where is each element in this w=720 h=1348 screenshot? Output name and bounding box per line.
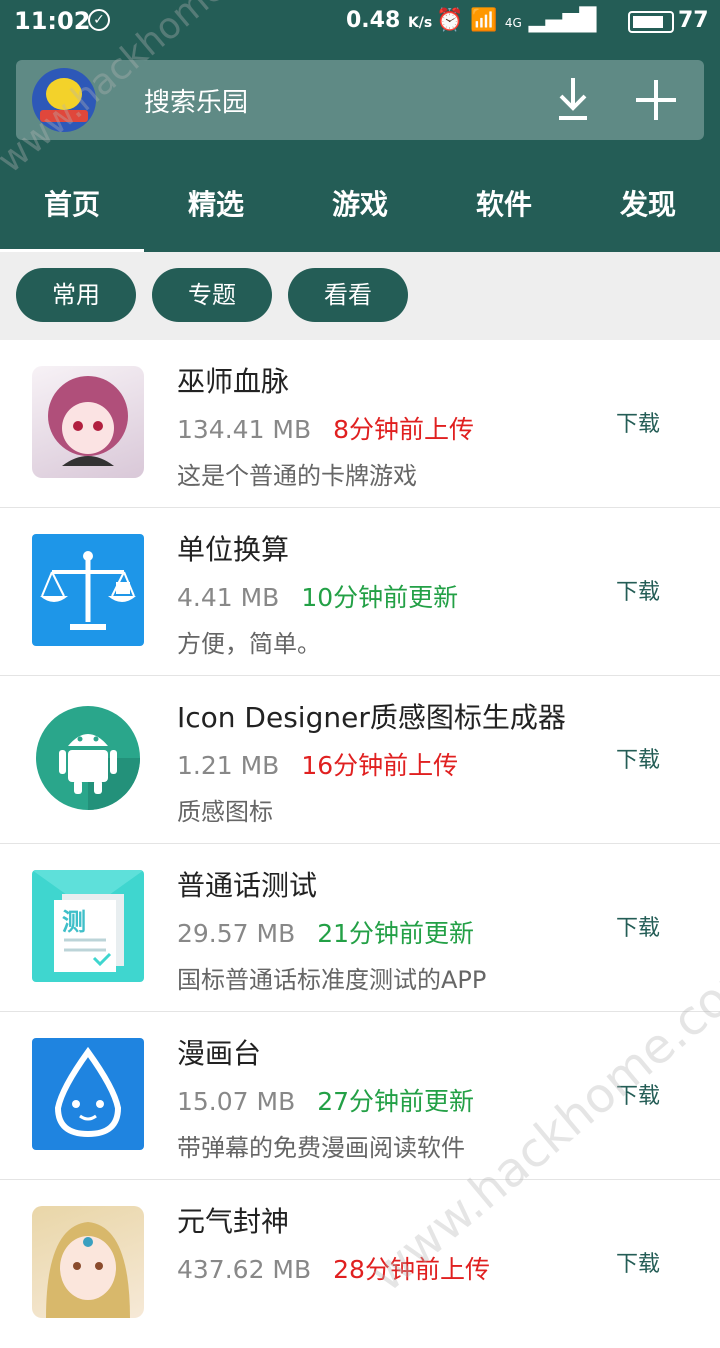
app-description: 质感图标: [177, 798, 273, 826]
app-description: 带弹幕的免费漫画阅读软件: [177, 1134, 465, 1162]
list-item[interactable]: 元气封神 437.62 MB 28分钟前上传 下载: [0, 1180, 720, 1348]
app-meta: 4.41 MB 10分钟前更新: [177, 578, 458, 614]
app-size: 29.57 MB: [177, 919, 296, 948]
app-list: 巫师血脉 134.41 MB 8分钟前上传 这是个普通的卡牌游戏 下载 单位换算: [0, 340, 720, 1348]
app-name: 巫师血脉: [177, 365, 290, 398]
app-update-time: 16分钟前上传: [301, 751, 459, 780]
app-meta: 29.57 MB 21分钟前更新: [177, 914, 474, 950]
alarm-icon: ⏰: [436, 8, 464, 33]
app-description: 这是个普通的卡牌游戏: [177, 462, 417, 490]
tab-software[interactable]: 软件: [432, 162, 576, 250]
signal-icon: ▂▄▆█: [528, 8, 597, 33]
list-item[interactable]: 测 普通话测试 29.57 MB 21分钟前更新 国标普通话标准度测试的APP 下…: [0, 844, 720, 1012]
battery-icon: [628, 11, 674, 33]
app-name: 元气封神: [177, 1205, 290, 1238]
anime-character-icon: [32, 1206, 144, 1318]
app-size: 1.21 MB: [177, 751, 280, 780]
chip-common[interactable]: 常用: [16, 268, 136, 322]
app-meta: 437.62 MB 28分钟前上传: [177, 1250, 490, 1286]
chip-topics[interactable]: 专题: [152, 268, 272, 322]
app-name: 漫画台: [177, 1037, 262, 1070]
list-item[interactable]: Icon Designer质感图标生成器 1.21 MB 16分钟前上传 质感图标…: [0, 676, 720, 844]
network-speed: 0.48 K/s: [346, 8, 433, 33]
app-update-time: 8分钟前上传: [333, 415, 475, 444]
test-document-icon: 测: [32, 870, 144, 982]
app-update-time: 10分钟前更新: [301, 583, 459, 612]
app-meta: 15.07 MB 27分钟前更新: [177, 1082, 474, 1118]
download-button[interactable]: 下载: [616, 1078, 660, 1110]
app-description: 方便，简单。: [177, 630, 321, 658]
status-time: 11:02: [14, 7, 91, 35]
check-circle-icon: ✓: [88, 9, 110, 31]
status-bar: 11:02 ✓ 0.48 K/s ⏰ 📶 4G ▂▄▆█ 77: [0, 0, 720, 44]
plus-icon[interactable]: [634, 78, 678, 122]
app-size: 15.07 MB: [177, 1087, 296, 1116]
test-icon-text: 测: [62, 908, 86, 936]
chip-browse[interactable]: 看看: [288, 268, 408, 322]
battery-percent: 77: [678, 8, 709, 33]
tab-discover[interactable]: 发现: [576, 162, 720, 250]
tab-home[interactable]: 首页: [0, 162, 144, 254]
scale-icon: [32, 534, 144, 646]
android-icon: [32, 702, 144, 814]
app-name: Icon Designer质感图标生成器: [177, 701, 566, 734]
network-type: 4G: [504, 16, 522, 30]
list-item[interactable]: 漫画台 15.07 MB 27分钟前更新 带弹幕的免费漫画阅读软件 下载: [0, 1012, 720, 1180]
wifi-icon: 📶: [470, 8, 498, 33]
app-name: 单位换算: [177, 533, 290, 566]
app-description: 国标普通话标准度测试的APP: [177, 966, 487, 994]
download-button[interactable]: 下载: [616, 574, 660, 606]
list-item[interactable]: 巫师血脉 134.41 MB 8分钟前上传 这是个普通的卡牌游戏 下载: [0, 340, 720, 508]
search-bar[interactable]: 搜索乐园: [16, 60, 704, 140]
search-input[interactable]: 搜索乐园: [144, 82, 248, 119]
tab-bar: 首页 精选 游戏 软件 发现: [0, 162, 720, 254]
app-size: 4.41 MB: [177, 583, 280, 612]
download-button[interactable]: 下载: [616, 406, 660, 438]
status-icons: ⏰ 📶 4G ▂▄▆█: [436, 8, 596, 33]
app-meta: 134.41 MB 8分钟前上传: [177, 410, 474, 446]
anime-girl-icon: [32, 366, 144, 478]
app-bar: 搜索乐园 首页 精选 游戏 软件 发现: [0, 44, 720, 254]
avatar[interactable]: [32, 68, 96, 132]
app-update-time: 21分钟前更新: [317, 919, 475, 948]
filter-chips: 常用 专题 看看: [0, 252, 720, 340]
list-item[interactable]: 单位换算 4.41 MB 10分钟前更新 方便，简单。 下载: [0, 508, 720, 676]
app-size: 134.41 MB: [177, 415, 312, 444]
app-name: 普通话测试: [177, 869, 318, 902]
download-button[interactable]: 下载: [616, 910, 660, 942]
app-meta: 1.21 MB 16分钟前上传: [177, 746, 458, 782]
water-drop-mascot-icon: [32, 1038, 144, 1150]
app-update-time: 27分钟前更新: [317, 1087, 475, 1116]
download-icon[interactable]: [556, 76, 590, 122]
tab-featured[interactable]: 精选: [144, 162, 288, 250]
download-button[interactable]: 下载: [616, 742, 660, 774]
tab-games[interactable]: 游戏: [288, 162, 432, 250]
download-button[interactable]: 下载: [616, 1246, 660, 1278]
